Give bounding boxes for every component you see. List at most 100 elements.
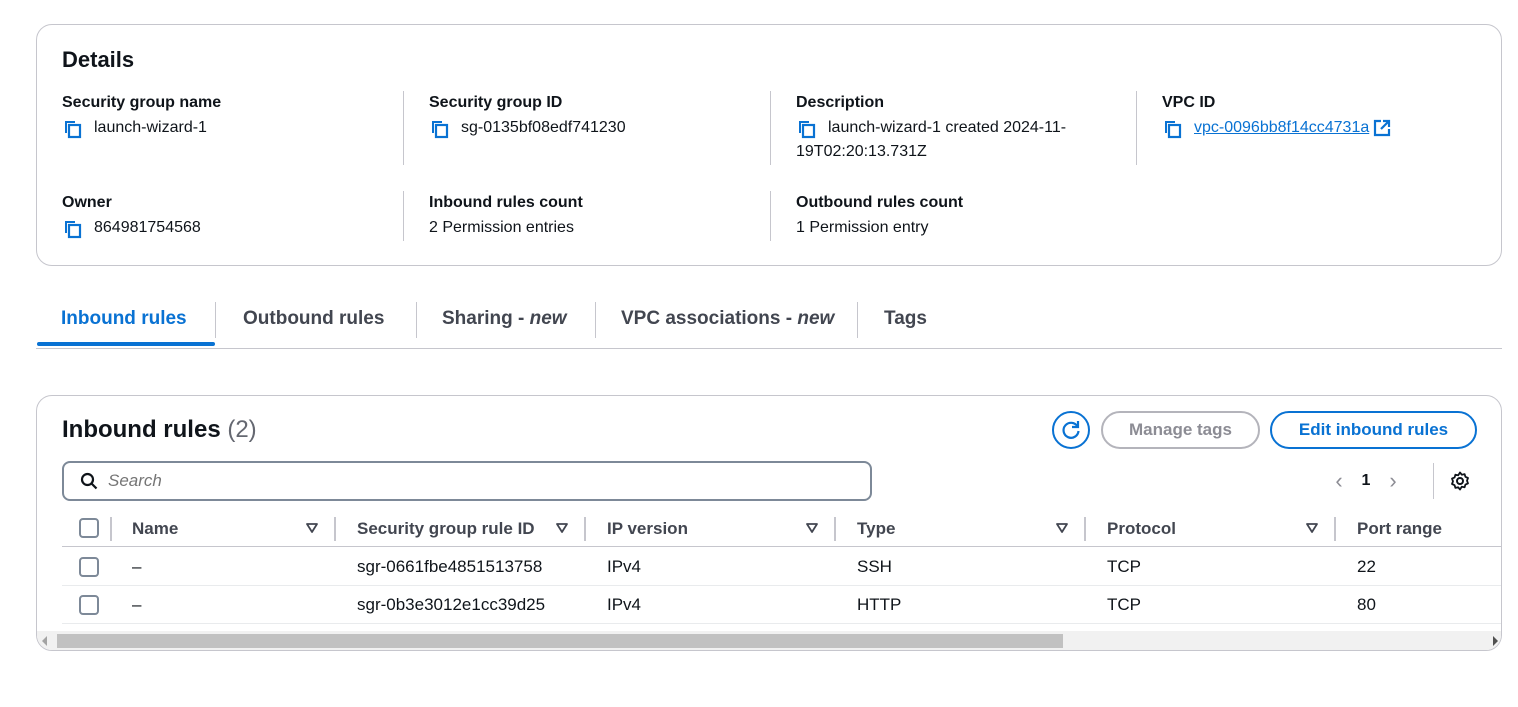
table-row[interactable]: – sgr-0b3e3012e1cc39d25 IPv4 HTTP TCP 80: [62, 586, 1501, 624]
column-divider: [334, 517, 336, 541]
tab-label: Tags: [884, 308, 927, 329]
vpc-id-link[interactable]: vpc-0096bb8f14cc4731a: [1194, 117, 1369, 139]
search-field[interactable]: [62, 461, 872, 501]
tab-label: Outbound rules: [243, 308, 385, 329]
rules-title: Inbound rules (2): [62, 416, 257, 444]
chevron-left-icon[interactable]: ‹: [1327, 468, 1351, 494]
field-vpc-id: VPC ID vpc-0096bb8f14cc4731a: [1162, 93, 1492, 139]
inbound-rules-panel: Inbound rules (2) Manage tags Edit inbou…: [36, 395, 1502, 651]
search-icon: [80, 472, 98, 490]
edit-inbound-rules-button[interactable]: Edit inbound rules: [1270, 411, 1477, 449]
column-header-protocol[interactable]: Protocol: [1107, 519, 1176, 539]
manage-tags-button[interactable]: Manage tags: [1101, 411, 1260, 449]
column-header-port-range[interactable]: Port range: [1357, 519, 1442, 539]
cell-rule-id: sgr-0661fbe4851513758: [357, 557, 543, 576]
field-inbound-count: Inbound rules count 2 Permission entries: [429, 193, 759, 239]
field-outbound-count: Outbound rules count 1 Permission entry: [796, 193, 1126, 239]
column-header-ip-version[interactable]: IP version: [607, 519, 688, 539]
pagination: ‹ 1 ›: [1327, 468, 1405, 494]
table-header: Name Security group rule ID IP version T…: [62, 511, 1501, 547]
field-label: Description: [796, 94, 885, 111]
divider: [403, 91, 404, 165]
refresh-icon: [1062, 421, 1080, 439]
field-description: Description launch-wizard-1 created 2024…: [796, 93, 1126, 163]
divider: [770, 191, 771, 241]
tab-divider: [215, 302, 216, 338]
cell-protocol: TCP: [1107, 557, 1141, 576]
column-header-name[interactable]: Name: [132, 519, 178, 539]
inbound-count-value: 2 Permission entries: [429, 219, 574, 236]
field-label: Security group name: [62, 94, 222, 111]
row-checkbox[interactable]: [79, 557, 99, 577]
search-input[interactable]: [108, 471, 808, 491]
tab-label: Sharing -: [442, 308, 530, 329]
copy-icon[interactable]: [62, 119, 82, 139]
sort-down-icon[interactable]: [806, 523, 818, 533]
gear-icon[interactable]: [1449, 470, 1471, 492]
divider: [1433, 463, 1434, 499]
cell-ip-version: IPv4: [607, 557, 642, 576]
cell-name: –: [132, 595, 142, 614]
field-label: Security group ID: [429, 94, 563, 111]
divider: [1136, 91, 1137, 165]
cell-port-range: 22: [1357, 557, 1376, 576]
column-divider: [110, 517, 112, 541]
column-header-type[interactable]: Type: [857, 519, 895, 539]
security-group-id-value: sg-0135bf08edf741230: [461, 119, 626, 136]
sort-down-icon[interactable]: [1056, 523, 1068, 533]
field-security-group-name: Security group name launch-wizard-1: [62, 93, 392, 139]
sort-down-icon[interactable]: [1306, 523, 1318, 533]
sort-down-icon[interactable]: [556, 523, 568, 533]
table-row[interactable]: – sgr-0661fbe4851513758 IPv4 SSH TCP 22: [62, 548, 1501, 586]
tab-outbound-rules[interactable]: Outbound rules: [243, 298, 384, 348]
refresh-button[interactable]: [1052, 411, 1090, 449]
cell-name: –: [132, 557, 142, 576]
external-link-icon[interactable]: [1373, 119, 1391, 137]
row-checkbox[interactable]: [79, 595, 99, 615]
details-panel: Details Security group name launch-wizar…: [36, 24, 1502, 266]
tab-new-label: new: [529, 308, 567, 329]
chevron-right-icon[interactable]: ›: [1381, 468, 1405, 494]
details-title: Details: [62, 47, 135, 72]
field-label: Owner: [62, 194, 112, 211]
field-label: Outbound rules count: [796, 194, 964, 211]
copy-icon[interactable]: [796, 119, 816, 139]
scrollbar-thumb[interactable]: [57, 634, 1063, 648]
tab-divider: [416, 302, 417, 338]
scroll-left-arrow-icon[interactable]: [42, 636, 47, 646]
sort-down-icon[interactable]: [306, 523, 318, 533]
tab-divider: [595, 302, 596, 338]
page-number[interactable]: 1: [1351, 472, 1381, 490]
tab-divider: [857, 302, 858, 338]
field-label: Inbound rules count: [429, 194, 583, 211]
tab-inbound-rules[interactable]: Inbound rules: [61, 298, 187, 348]
owner-value: 864981754568: [94, 219, 201, 236]
column-divider: [584, 517, 586, 541]
scroll-right-arrow-icon[interactable]: [1493, 636, 1498, 646]
tab-tags[interactable]: Tags: [884, 298, 927, 348]
tab-vpc-associations[interactable]: VPC associations - new: [621, 298, 834, 348]
divider: [403, 191, 404, 241]
select-all-checkbox[interactable]: [79, 518, 99, 538]
horizontal-scrollbar[interactable]: [37, 631, 1501, 650]
tab-new-label: new: [797, 308, 835, 329]
copy-icon[interactable]: [1162, 119, 1182, 139]
copy-icon[interactable]: [429, 119, 449, 139]
column-divider: [834, 517, 836, 541]
description-value-line2: 19T02:20:13.731Z: [796, 143, 927, 160]
field-owner: Owner 864981754568: [62, 193, 392, 239]
column-divider: [1334, 517, 1336, 541]
column-header-rule-id[interactable]: Security group rule ID: [357, 519, 535, 539]
cell-type: HTTP: [857, 595, 902, 614]
cell-type: SSH: [857, 557, 892, 576]
rules-title-text: Inbound rules: [62, 416, 221, 443]
cell-protocol: TCP: [1107, 595, 1141, 614]
description-value-line1: launch-wizard-1 created 2024-11-: [828, 119, 1067, 136]
outbound-count-value: 1 Permission entry: [796, 219, 929, 236]
copy-icon[interactable]: [62, 219, 82, 239]
cell-port-range: 80: [1357, 595, 1376, 614]
cell-ip-version: IPv4: [607, 595, 642, 614]
field-security-group-id: Security group ID sg-0135bf08edf741230: [429, 93, 759, 139]
tab-sharing[interactable]: Sharing - new: [442, 298, 567, 348]
cell-rule-id: sgr-0b3e3012e1cc39d25: [357, 595, 546, 614]
